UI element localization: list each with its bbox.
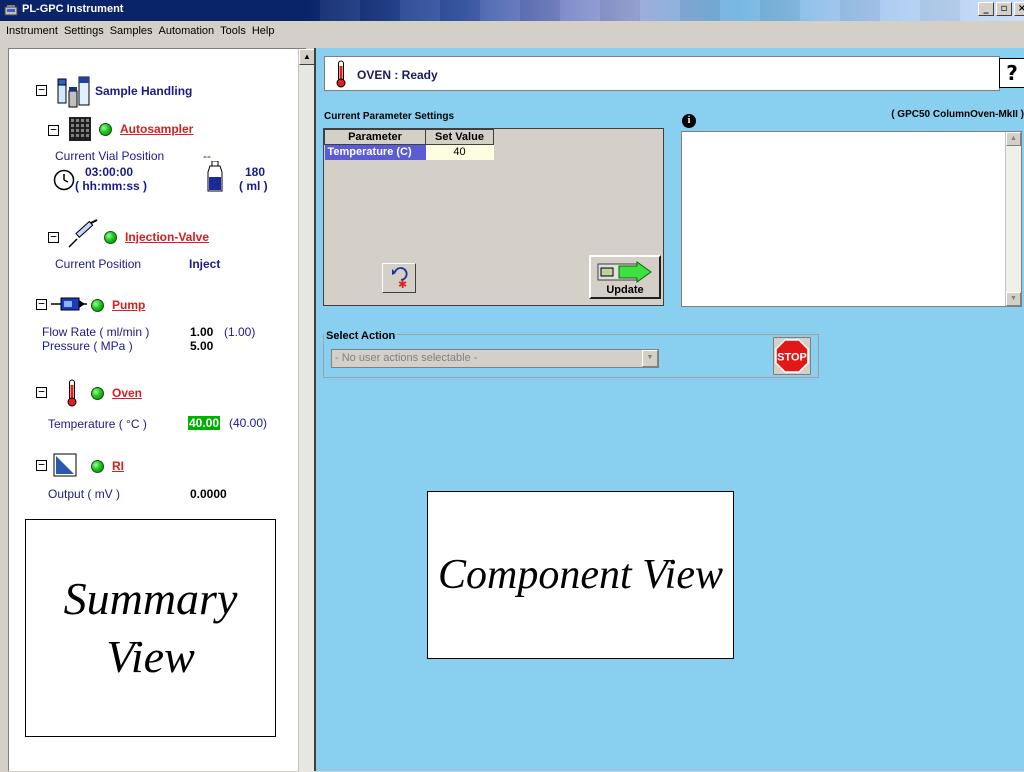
minimize-button[interactable]: _ — [978, 2, 994, 16]
pressure-label: Pressure ( MPa ) — [42, 339, 133, 353]
undo-icon: ✱ — [392, 267, 408, 291]
parameter-value-cell[interactable]: 40 — [425, 144, 494, 160]
current-position-value: Inject — [189, 257, 221, 271]
title-bar-gradient — [320, 0, 960, 21]
action-select-value: - No user actions selectable - — [335, 352, 478, 364]
ri-collapse-button[interactable]: − — [36, 459, 47, 471]
autosampler-time-value: 03:00:00 — [85, 165, 134, 179]
menu-samples[interactable]: Samples — [107, 25, 156, 37]
oven-temperature-setpoint: (40.00) — [229, 416, 268, 430]
current-position-label: Current Position — [55, 257, 142, 271]
ri-link[interactable]: RI — [112, 459, 124, 473]
parameter-name-cell[interactable]: Temperature (C) — [324, 144, 426, 160]
menu-instrument[interactable]: Instrument — [3, 25, 61, 37]
stop-button[interactable]: STOP — [773, 337, 811, 375]
ri-output-value: 0.0000 — [190, 487, 227, 501]
vial-position-label: Current Vial Position — [55, 149, 165, 163]
select-action-title: Select Action — [324, 330, 398, 342]
oven-collapse-button[interactable]: − — [36, 386, 47, 398]
autosampler-link[interactable]: Autosampler — [120, 122, 193, 136]
menu-bar: Instrument Settings Samples Automation T… — [0, 21, 1024, 41]
summary-view-line2: View — [106, 631, 195, 682]
parameter-table: Parameter Set Value Temperature (C) 40 — [324, 129, 494, 160]
parameter-panel: Parameter Set Value Temperature (C) 40 ✱ — [323, 128, 664, 306]
restore-button[interactable]: ▫ — [996, 2, 1012, 16]
app-window: PL-GPC Instrument _ ▫ × Instrument Setti… — [0, 0, 1024, 772]
flow-rate-value: 1.00 — [190, 325, 214, 339]
help-icon[interactable]: ? — [999, 58, 1024, 88]
injection-valve-status-led — [104, 231, 117, 244]
flow-rate-label: Flow Rate ( ml/min ) — [42, 325, 150, 339]
clock-icon — [53, 169, 75, 191]
parameter-header: Parameter — [324, 129, 426, 145]
sample-handling-icon — [57, 76, 90, 108]
ri-output-label: Output ( mV ) — [48, 487, 121, 501]
autosampler-time-unit: ( hh:mm:ss ) — [75, 179, 147, 193]
info-scrollbar[interactable]: ▲ ▼ — [1005, 132, 1021, 306]
autosampler-collapse-button[interactable]: − — [48, 124, 59, 136]
reset-button[interactable]: ✱ — [382, 263, 416, 293]
component-view-overlay: Component View — [427, 491, 734, 659]
ri-detector-icon — [53, 453, 77, 477]
model-label: ( GPC50 ColumnOven-MkII ) — [891, 109, 1024, 120]
chevron-down-icon[interactable]: ▼ — [642, 350, 658, 367]
update-arrow-icon — [597, 261, 652, 283]
pump-collapse-button[interactable]: − — [36, 298, 47, 310]
pressure-value: 5.00 — [190, 339, 214, 353]
autosampler-tray-icon — [69, 117, 91, 141]
summary-pane: − Sample Handling − Autosampler Current … — [8, 48, 315, 772]
summary-view-overlay: Summary View — [25, 519, 276, 737]
window-title: PL-GPC Instrument — [22, 3, 124, 15]
info-icon: i — [682, 114, 696, 128]
syringe-icon — [68, 219, 98, 248]
status-bar: OVEN : Ready — [324, 56, 1000, 91]
summary-view-line1: Summary — [63, 573, 238, 624]
oven-temperature-value: 40.00 — [188, 416, 221, 430]
solvent-volume-value: 180 — [245, 165, 266, 179]
oven-temperature-label: Temperature ( °C ) — [48, 417, 147, 431]
thermometer-icon — [67, 379, 77, 407]
stop-label: STOP — [777, 352, 807, 364]
injection-valve-link[interactable]: Injection-Valve — [125, 230, 209, 244]
summary-scrollbar[interactable]: ▲ — [298, 49, 315, 772]
title-bar: PL-GPC Instrument _ ▫ × — [0, 0, 1024, 21]
table-row[interactable]: Temperature (C) 40 — [324, 144, 494, 160]
action-select[interactable]: - No user actions selectable - ▼ — [331, 349, 659, 368]
parameter-settings-title: Current Parameter Settings — [324, 111, 455, 122]
oven-status-text: OVEN : Ready — [357, 68, 438, 82]
sample-handling-collapse-button[interactable]: − — [36, 84, 47, 96]
pump-icon — [51, 297, 87, 311]
solvent-volume-unit: ( ml ) — [239, 179, 268, 193]
info-text-area[interactable]: ▲ ▼ — [681, 131, 1022, 307]
close-button[interactable]: × — [1014, 2, 1024, 16]
window-controls: _ ▫ × — [978, 2, 1024, 16]
update-label: Update — [606, 284, 644, 296]
app-icon — [4, 5, 18, 16]
ri-status-led — [91, 460, 104, 473]
set-value-header: Set Value — [425, 129, 494, 145]
svg-text:✱: ✱ — [398, 278, 407, 291]
pump-link[interactable]: Pump — [112, 298, 145, 312]
injection-valve-collapse-button[interactable]: − — [48, 231, 59, 243]
scroll-up-arrow-icon[interactable]: ▲ — [299, 49, 315, 65]
component-pane: OVEN : Ready ? ( GPC50 ColumnOven-MkII )… — [314, 48, 1024, 771]
scroll-down-arrow-icon[interactable]: ▼ — [1006, 292, 1021, 306]
scroll-up-arrow-icon[interactable]: ▲ — [1006, 132, 1021, 146]
sample-handling-label: Sample Handling — [95, 84, 193, 98]
update-button[interactable]: Update — [589, 255, 661, 299]
menu-tools[interactable]: Tools — [217, 25, 249, 37]
oven-link[interactable]: Oven — [112, 386, 142, 400]
autosampler-status-led — [99, 123, 112, 136]
menu-automation[interactable]: Automation — [156, 25, 218, 37]
menu-settings[interactable]: Settings — [61, 25, 107, 37]
pump-status-led — [91, 299, 104, 312]
oven-status-led — [91, 387, 104, 400]
oven-thermometer-icon — [336, 60, 346, 88]
flow-rate-setpoint: (1.00) — [224, 325, 256, 339]
solvent-bottle-icon — [207, 161, 223, 192]
menu-help[interactable]: Help — [249, 25, 278, 37]
